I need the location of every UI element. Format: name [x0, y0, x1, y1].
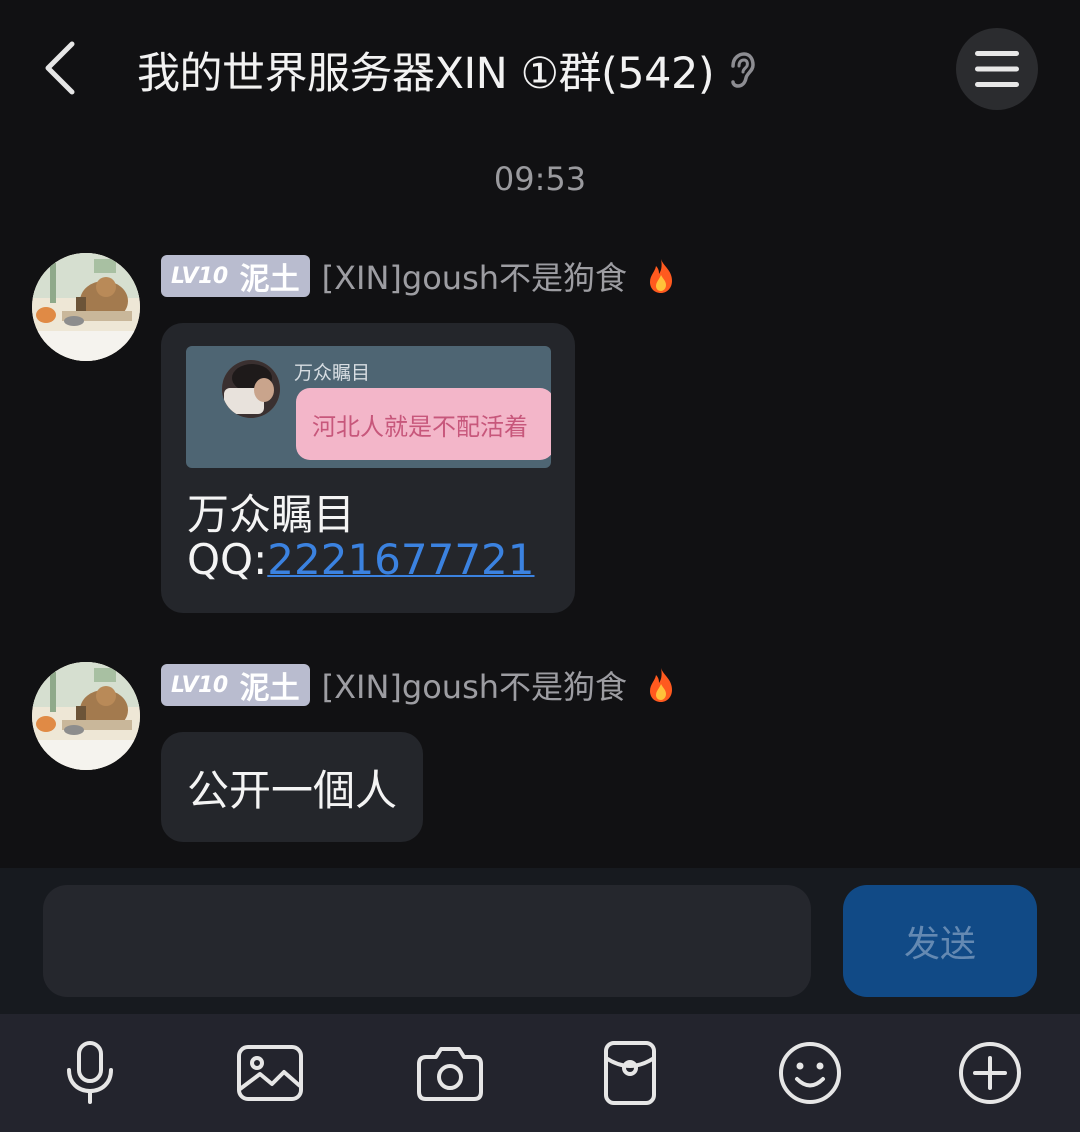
image-icon [237, 1045, 303, 1101]
card-image-quote: 河北人就是不配活着 [296, 388, 551, 460]
level-badge: LV10 泥土 [161, 664, 310, 706]
message-input[interactable] [43, 885, 811, 997]
qq-number-link[interactable]: 2221677721 [267, 535, 534, 584]
more-button[interactable] [950, 1028, 1030, 1118]
input-bar: 发送 [0, 868, 1080, 1014]
ear-icon[interactable] [728, 51, 756, 89]
microphone-icon [67, 1041, 113, 1104]
sender-row: LV10 泥土 [XIN]goush不是狗食 [161, 254, 677, 298]
chat-title-group[interactable]: 我的世界服务器XIN ①群(542) [137, 40, 756, 100]
text-message-bubble[interactable]: 公开一個人 [161, 732, 424, 842]
emoji-icon [779, 1042, 841, 1104]
red-packet-button[interactable] [590, 1028, 670, 1118]
hamburger-menu-icon [975, 51, 1019, 87]
chevron-left-icon [45, 41, 75, 95]
send-button[interactable]: 发送 [843, 885, 1037, 997]
contact-card-bubble[interactable]: 万众瞩目 河北人就是不配活着 万众瞩目 QQ:2221677721 [161, 323, 575, 613]
red-packet-icon [604, 1041, 656, 1105]
card-qq-line: QQ:2221677721 [187, 535, 535, 584]
level-label: LV10 [171, 263, 228, 289]
chat-title: 我的世界服务器XIN ①群(542) [137, 49, 715, 99]
level-badge: LV10 泥土 [161, 255, 310, 297]
avatar[interactable] [32, 253, 140, 361]
message-timestamp: 09:53 [493, 160, 587, 198]
member-title: 泥土 [239, 262, 300, 297]
fire-icon [645, 666, 677, 704]
card-preview-image: 万众瞩目 河北人就是不配活着 [186, 346, 551, 468]
avatar[interactable] [32, 662, 140, 770]
plus-icon [959, 1042, 1021, 1104]
back-button[interactable] [36, 38, 84, 98]
camera-icon [417, 1047, 483, 1101]
sender-name[interactable]: [XIN]goush不是狗食 [322, 253, 627, 299]
bottom-toolbar [0, 1014, 1080, 1132]
sender-row: LV10 泥土 [XIN]goush不是狗食 [161, 663, 677, 707]
card-title: 万众瞩目 [187, 490, 356, 539]
sender-name[interactable]: [XIN]goush不是狗食 [322, 662, 627, 708]
member-title: 泥土 [239, 671, 300, 706]
menu-button[interactable] [956, 28, 1038, 110]
level-label: LV10 [171, 672, 228, 698]
camera-button[interactable] [410, 1028, 490, 1118]
card-image-name: 万众瞩目 [294, 362, 371, 384]
voice-button[interactable] [50, 1028, 130, 1118]
chat-header: 我的世界服务器XIN ①群(542) [0, 0, 1080, 140]
image-button[interactable] [230, 1028, 310, 1118]
card-avatar [222, 360, 280, 418]
card-qq-prefix: QQ: [187, 535, 268, 584]
emoji-button[interactable] [770, 1028, 850, 1118]
fire-icon [645, 257, 677, 295]
